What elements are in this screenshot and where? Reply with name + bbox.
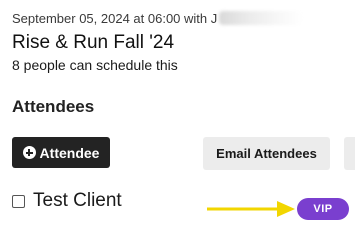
redacted-name	[219, 11, 304, 25]
email-attendees-label: Email Attendees	[216, 146, 317, 161]
attendees-heading: Attendees	[12, 97, 95, 116]
attendee-checkbox[interactable]	[12, 194, 25, 208]
email-attendees-button[interactable]: Email Attendees	[203, 137, 330, 170]
attendee-name: Test Client	[33, 190, 122, 211]
more-actions-button[interactable]	[344, 137, 355, 170]
vip-badge: VIP	[297, 198, 349, 220]
event-title: Rise & Run Fall '24	[12, 32, 175, 53]
event-meta: September 05, 2024 at 06:00 with J	[12, 11, 304, 26]
vip-badge-label: VIP	[313, 203, 333, 215]
attendee-row: Test Client	[12, 190, 122, 212]
event-meta-text: September 05, 2024 at 06:00 with J	[12, 11, 218, 26]
add-attendee-label: Attendee	[39, 144, 100, 161]
add-attendee-button[interactable]: Attendee	[12, 137, 110, 168]
arrow-right-icon	[207, 201, 295, 217]
plus-circle-icon	[22, 146, 36, 159]
event-capacity: 8 people can schedule this	[12, 57, 178, 73]
